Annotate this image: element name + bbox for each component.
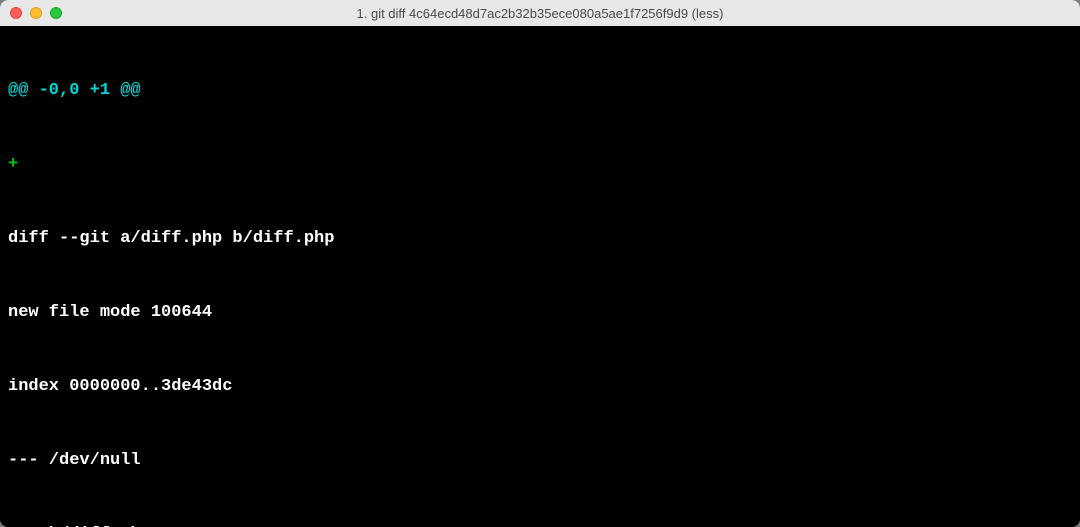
diff-new-file: +++ b/diff.php <box>8 523 1072 527</box>
diff-index-line: index 0000000..3de43dc <box>8 375 1072 400</box>
titlebar: 1. git diff 4c64ecd48d7ac2b32b35ece080a5… <box>0 0 1080 26</box>
diff-new-file-mode: new file mode 100644 <box>8 301 1072 326</box>
diff-file-header: diff --git a/diff.php b/diff.php <box>8 227 1072 252</box>
maximize-icon[interactable] <box>50 7 62 19</box>
minimize-icon[interactable] <box>30 7 42 19</box>
window-title: 1. git diff 4c64ecd48d7ac2b32b35ece080a5… <box>0 6 1080 21</box>
terminal-output[interactable]: @@ -0,0 +1 @@ + diff --git a/diff.php b/… <box>0 26 1080 527</box>
traffic-lights <box>10 7 62 19</box>
close-icon[interactable] <box>10 7 22 19</box>
diff-hunk-header: @@ -0,0 +1 @@ <box>8 79 1072 104</box>
terminal-window: 1. git diff 4c64ecd48d7ac2b32b35ece080a5… <box>0 0 1080 527</box>
diff-old-file: --- /dev/null <box>8 449 1072 474</box>
diff-added-line: + <box>8 153 1072 178</box>
